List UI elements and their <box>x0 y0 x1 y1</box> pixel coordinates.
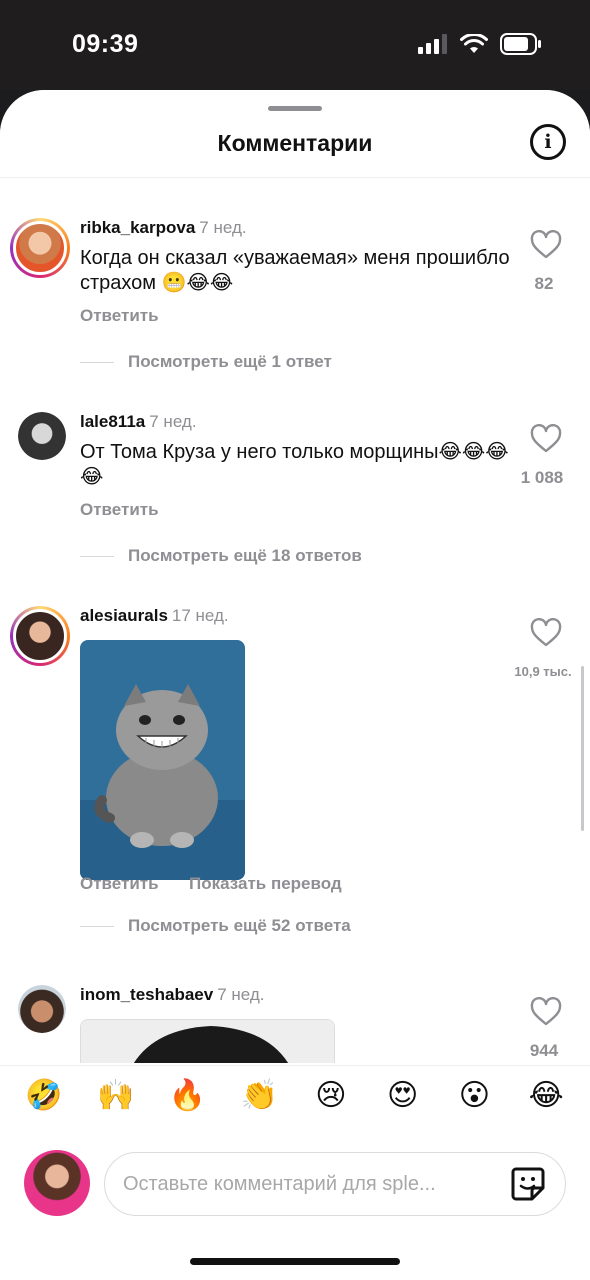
comment-text: От Тома Круза у него только морщины😂😂😂😂 <box>80 441 509 488</box>
avatar[interactable] <box>10 218 70 278</box>
status-time: 09:39 <box>72 30 139 58</box>
reply-button[interactable]: Ответить <box>80 306 159 326</box>
reply-button[interactable]: Ответить <box>80 874 159 894</box>
sheet-grabber[interactable] <box>268 106 322 111</box>
sheet-header: Комментарии i <box>0 90 590 178</box>
like-count: 944 <box>529 1041 559 1060</box>
show-translation-button[interactable]: Показать перевод <box>189 874 342 894</box>
reply-button[interactable]: Ответить <box>80 500 159 520</box>
comment-username[interactable]: alesiaurals <box>80 606 168 625</box>
comment-username[interactable]: ribka_karpova <box>80 218 195 237</box>
like-count: 1 088 <box>520 468 564 487</box>
emoji-raised-hands[interactable]: 🙌 <box>96 1078 136 1113</box>
heart-icon[interactable] <box>530 997 562 1027</box>
comment-item: alesiaurals 17 нед. 10,9 тыс. Ответить П… <box>0 606 590 966</box>
cat-photo <box>80 640 245 880</box>
comments-sheet: Комментарии i ribka_karpova 7 нед. Когда … <box>0 90 590 1280</box>
comment-meta: lale811a 7 нед. <box>80 412 197 432</box>
status-icons <box>418 33 542 55</box>
view-more-replies-label: Посмотреть ещё 1 ответ <box>128 352 332 371</box>
sticker-icon[interactable] <box>510 1166 546 1202</box>
view-more-replies[interactable]: Посмотреть ещё 18 ответов <box>80 546 362 566</box>
emoji-crying[interactable]: 😢 <box>311 1078 351 1113</box>
comment-meta: ribka_karpova 7 нед. <box>80 218 247 238</box>
scrollbar[interactable] <box>581 666 584 831</box>
heart-icon[interactable] <box>530 230 562 260</box>
truncated-previous-comment <box>186 172 282 180</box>
my-avatar[interactable] <box>24 1150 90 1216</box>
battery-icon <box>500 33 541 55</box>
comment-time: 7 нед. <box>217 985 265 1004</box>
emoji-heart-eyes[interactable]: 😍 <box>383 1078 423 1113</box>
comment-username[interactable]: lale811a <box>80 412 145 431</box>
comment-item: ribka_karpova 7 нед. Когда он сказал «ува… <box>0 218 590 403</box>
page-title: Комментарии <box>217 130 373 156</box>
emoji-quick-bar: 🤣 🙌 🔥 👏 😢 😍 😮 😂 <box>0 1065 590 1125</box>
emoji-open-mouth[interactable]: 😮 <box>454 1078 494 1113</box>
info-icon[interactable]: i <box>530 124 566 160</box>
emoji-tears-of-joy[interactable]: 😂 <box>526 1078 566 1113</box>
wifi-icon <box>460 34 488 53</box>
comment-time: 7 нед. <box>199 218 247 237</box>
status-bar: 09:39 <box>0 0 590 90</box>
view-more-replies-label: Посмотреть ещё 18 ответов <box>128 546 362 565</box>
comment-item: inom_teshabaev 7 нед. 944 <box>0 985 590 1063</box>
avatar[interactable] <box>10 606 70 666</box>
comment-time: 7 нед. <box>149 412 197 431</box>
heart-icon[interactable] <box>530 618 562 648</box>
comment-input-placeholder: Оставьте комментарий для sple... <box>123 1172 436 1195</box>
comments-list: ribka_karpova 7 нед. Когда он сказал «ува… <box>0 178 590 1063</box>
comment-time: 17 нед. <box>171 606 229 625</box>
comment-item: lale811a 7 нед. От Тома Круза у него толь… <box>0 412 590 597</box>
view-more-replies[interactable]: Посмотреть ещё 52 ответа <box>80 916 351 936</box>
comment-meta: alesiaurals 17 нед. <box>80 606 229 626</box>
comment-meta: inom_teshabaev 7 нед. <box>80 985 265 1005</box>
comment-image[interactable] <box>80 1019 335 1063</box>
avatar[interactable] <box>18 985 66 1033</box>
comment-image[interactable] <box>80 640 245 880</box>
like-count: 10,9 тыс. <box>514 664 572 679</box>
emoji-rofl[interactable]: 🤣 <box>24 1078 64 1113</box>
signal-icon <box>418 34 447 54</box>
comment-username[interactable]: inom_teshabaev <box>80 985 213 1004</box>
heart-icon[interactable] <box>530 424 562 454</box>
emoji-clap[interactable]: 👏 <box>239 1078 279 1113</box>
person-photo <box>81 1020 334 1063</box>
like-count: 82 <box>534 274 554 293</box>
avatar[interactable] <box>18 412 66 460</box>
home-indicator <box>190 1258 400 1265</box>
view-more-replies-label: Посмотреть ещё 52 ответа <box>128 916 351 935</box>
comment-composer: Оставьте комментарий для sple... <box>0 1142 590 1222</box>
emoji-fire[interactable]: 🔥 <box>167 1078 207 1113</box>
view-more-replies[interactable]: Посмотреть ещё 1 ответ <box>80 352 332 372</box>
comment-text: Когда он сказал «уважаемая» меня прошибл… <box>80 247 510 294</box>
comment-input[interactable]: Оставьте комментарий для sple... <box>104 1152 566 1216</box>
